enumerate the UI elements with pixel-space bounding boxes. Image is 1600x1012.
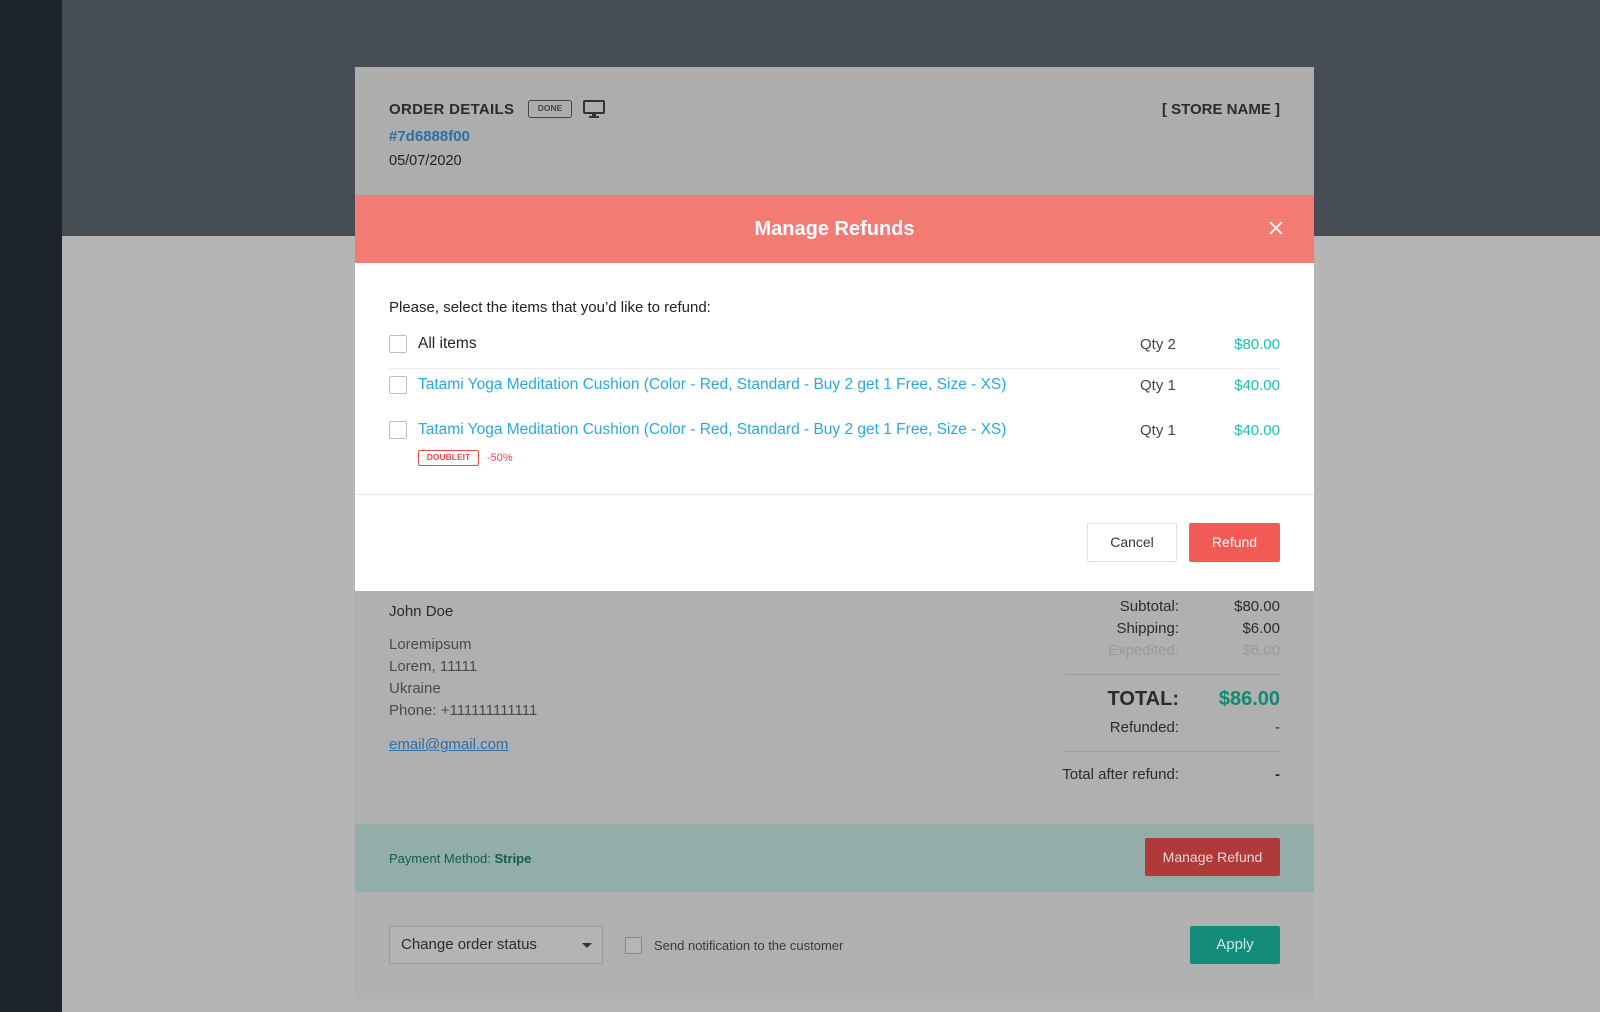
refund-item-row: Tatami Yoga Meditation Cushion (Color - … xyxy=(389,421,1280,471)
refund-item-price: $40.00 xyxy=(1234,422,1280,439)
refund-item-price: $80.00 xyxy=(1234,336,1280,353)
customer-name: John Doe xyxy=(389,603,454,620)
order-status-select[interactable]: Change order status xyxy=(389,926,603,964)
order-card-header: ORDER DETAILS DONE #7d6888f00 05/07/2020… xyxy=(355,67,1314,195)
status-badge: DONE xyxy=(528,100,572,118)
side-navigation xyxy=(0,0,62,1012)
refund-item-row: Tatami Yoga Meditation Cushion (Color - … xyxy=(389,376,1280,406)
refund-item-checkbox[interactable] xyxy=(389,376,407,394)
customer-address-line1: Loremipsum xyxy=(389,636,472,653)
refund-item-label: All items xyxy=(418,335,477,352)
send-notification-checkbox[interactable] xyxy=(625,937,642,954)
store-name: [ STORE NAME ] xyxy=(1161,101,1280,118)
apply-button[interactable]: Apply xyxy=(1190,926,1280,964)
customer-address-line2: Lorem, 11111 xyxy=(389,658,478,675)
chevron-down-icon xyxy=(582,943,592,948)
payment-method-value: Stripe xyxy=(494,851,532,866)
total-after-refund-label: Total after refund: xyxy=(1062,766,1179,783)
modal-title: Manage Refunds xyxy=(754,218,915,240)
summary-divider xyxy=(1065,751,1280,752)
payment-method-label: Payment Method: xyxy=(389,851,491,866)
payment-method-bar: Payment Method: Stripe Manage Refund xyxy=(355,824,1314,892)
total-label: TOTAL: xyxy=(1107,688,1179,710)
customer-phone: Phone: +111111111111 xyxy=(389,702,538,719)
shipping-value: $6.00 xyxy=(1242,620,1280,637)
customer-country: Ukraine xyxy=(389,680,441,697)
modal-footer-divider xyxy=(355,494,1314,495)
payment-method: Payment Method: Stripe xyxy=(389,851,531,866)
subtotal-label: Subtotal: xyxy=(1119,598,1179,615)
send-notification-label: Send notification to the customer xyxy=(654,938,844,953)
refunded-value: - xyxy=(1275,719,1280,736)
shipping-label: Shipping: xyxy=(1116,620,1179,637)
refund-item-row: All items Qty 2 $80.00 xyxy=(389,335,1280,365)
promo-code-badge: DOUBLEIT xyxy=(418,450,479,466)
order-id-link[interactable]: #7d6888f00 xyxy=(389,128,470,145)
desktop-monitor-icon xyxy=(583,100,605,118)
refund-item-qty: Qty 1 xyxy=(1140,422,1176,439)
row-divider xyxy=(389,368,1280,369)
refund-item-link[interactable]: Tatami Yoga Meditation Cushion (Color - … xyxy=(418,376,1006,394)
modal-header: Manage Refunds xyxy=(355,195,1314,263)
refund-item-qty: Qty 1 xyxy=(1140,377,1176,394)
refund-instructions: Please, select the items that you’d like… xyxy=(389,299,711,316)
order-status-select-value: Change order status xyxy=(401,936,537,953)
subtotal-value: $80.00 xyxy=(1234,598,1280,615)
refund-item-checkbox[interactable] xyxy=(389,421,407,439)
refund-item-price: $40.00 xyxy=(1234,377,1280,394)
close-icon[interactable] xyxy=(1268,220,1284,236)
order-date: 05/07/2020 xyxy=(389,153,462,169)
cancel-button[interactable]: Cancel xyxy=(1087,523,1177,562)
customer-email-link[interactable]: email@gmail.com xyxy=(389,736,508,753)
all-items-checkbox[interactable] xyxy=(389,335,407,353)
total-after-refund-value: - xyxy=(1275,766,1280,783)
expedited-label: Expedited: xyxy=(1108,642,1179,659)
total-value: $86.00 xyxy=(1218,688,1280,710)
order-details-title: ORDER DETAILS xyxy=(389,101,515,118)
summary-divider xyxy=(1065,674,1280,675)
manage-refunds-modal: Manage Refunds Please, select the items … xyxy=(355,195,1314,591)
promo-discount: -50% xyxy=(487,452,513,464)
refund-item-qty: Qty 2 xyxy=(1140,336,1176,353)
manage-refund-button[interactable]: Manage Refund xyxy=(1145,838,1280,876)
expedited-value: $6.00 xyxy=(1242,642,1280,659)
refund-button[interactable]: Refund xyxy=(1189,523,1280,562)
refund-item-link[interactable]: Tatami Yoga Meditation Cushion (Color - … xyxy=(418,421,1006,439)
refunded-label: Refunded: xyxy=(1109,719,1179,736)
